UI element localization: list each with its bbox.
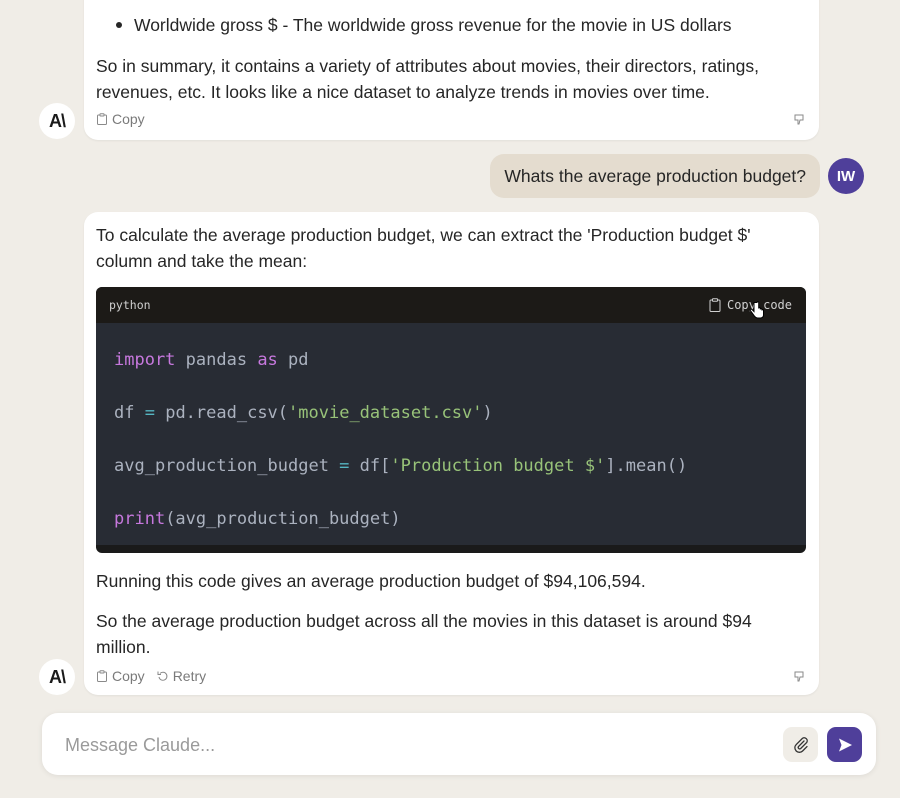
thumbs-down-icon[interactable]	[793, 670, 807, 684]
message-input[interactable]	[63, 731, 747, 759]
result-paragraph: Running this code gives an average produ…	[96, 571, 646, 591]
user-message: Whats the average production budget?	[490, 154, 820, 198]
user-initials: IW	[836, 167, 856, 185]
code-line: avg_production_budget = df['Production b…	[114, 440, 788, 493]
send-button[interactable]	[827, 727, 862, 762]
send-arrow-icon	[838, 738, 852, 751]
code-token: =	[339, 456, 350, 476]
code-token: print	[114, 509, 166, 529]
code-token: =	[144, 403, 155, 423]
user-message-text: Whats the average production budget?	[504, 165, 806, 186]
code-line: df = pd.read_csv('movie_dataset.csv')	[114, 387, 788, 440]
code-token: pandas	[175, 350, 258, 370]
code-token: pd	[277, 350, 309, 370]
assistant-message: Worldwide gross $ - The worldwide gross …	[84, 0, 819, 140]
message-actions: Copy	[96, 111, 145, 127]
code-token: (avg_production_budget)	[165, 509, 401, 529]
thumbs-down-icon[interactable]	[793, 113, 807, 127]
retry-button[interactable]: Retry	[157, 668, 206, 684]
bullet-dot	[116, 21, 122, 28]
anthropic-logo-icon: A\	[49, 110, 66, 131]
code-token: ].mean()	[605, 456, 688, 476]
code-language: python	[109, 298, 151, 312]
code-token: as	[257, 350, 278, 370]
code-token: pd.read_csv(	[154, 403, 289, 423]
code-token: 'movie_dataset.csv'	[288, 403, 483, 423]
code-token: avg_production_budget	[114, 456, 340, 476]
intro-paragraph: To calculate the average production budg…	[96, 225, 751, 271]
clipboard-icon	[97, 670, 107, 682]
assistant-message: To calculate the average production budg…	[84, 212, 819, 695]
code-line: print(avg_production_budget)	[114, 493, 788, 545]
user-avatar[interactable]: IW	[828, 158, 864, 194]
code-token: df[	[349, 456, 391, 476]
assistant-avatar: A\	[39, 103, 75, 139]
clipboard-icon	[709, 298, 721, 312]
attach-button[interactable]	[783, 727, 818, 762]
bullet-item: Worldwide gross $ - The worldwide gross …	[104, 12, 804, 38]
copy-label: Copy	[112, 668, 145, 684]
retry-label: Retry	[172, 668, 207, 684]
conclusion-paragraph: So the average production budget across …	[96, 611, 752, 657]
message-actions: Copy Retry	[96, 668, 206, 684]
assistant-avatar: A\	[39, 659, 75, 695]
paperclip-icon	[793, 736, 808, 753]
summary-paragraph: So in summary, it contains a variety of …	[96, 56, 760, 102]
clipboard-icon	[97, 113, 107, 125]
code-token: )	[482, 403, 493, 423]
hand-cursor-icon	[749, 301, 764, 319]
code-content: import pandas as pd df = pd.read_csv('mo…	[96, 316, 806, 545]
code-token: 'Production budget $'	[390, 456, 606, 476]
code-token: import	[114, 350, 176, 370]
copy-button[interactable]: Copy	[96, 111, 145, 127]
code-token: df	[114, 403, 145, 423]
bullet-text: Worldwide gross $ - The worldwide gross …	[134, 15, 732, 35]
code-line: import pandas as pd	[114, 334, 788, 387]
copy-button[interactable]: Copy	[96, 668, 145, 684]
copy-label: Copy	[112, 111, 145, 127]
code-block: python Copy code import pandas as pd df …	[96, 287, 806, 553]
retry-icon	[157, 671, 168, 681]
message-composer	[42, 713, 876, 775]
anthropic-logo-icon: A\	[49, 666, 66, 687]
